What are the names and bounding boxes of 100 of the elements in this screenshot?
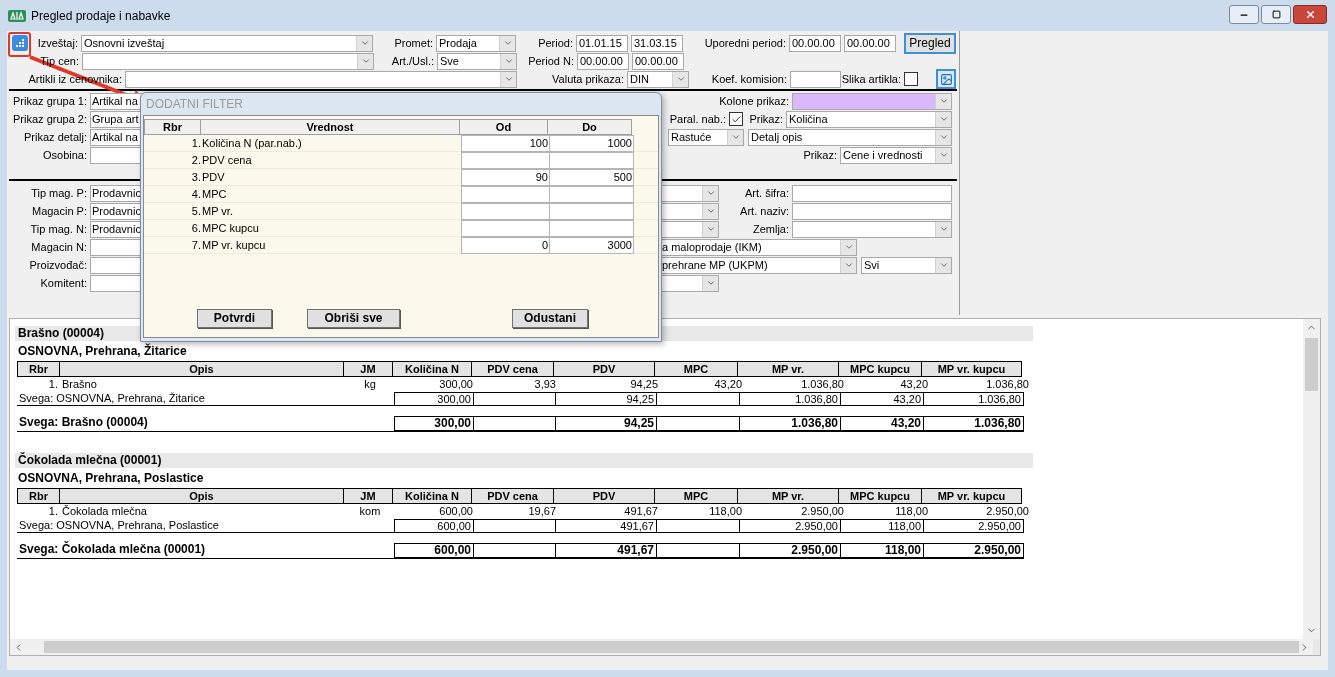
dropdown[interactable]: prehrane MP (UKPM) [659,256,857,274]
field-label: Magacin N: [30,239,87,255]
dropdown[interactable] [659,274,719,292]
column-header: MPC kupcu [838,361,922,377]
scroll-thumb[interactable] [1305,338,1318,391]
column-header: MPC kupcu [838,488,922,504]
text-field[interactable] [792,184,952,202]
date-field[interactable]: 31.03.15 [631,34,683,52]
dialog-button[interactable]: Odustani [512,309,588,328]
category-title: OSNOVNA, Prehrana, Poslastice [17,471,205,485]
field-label: Prikaz: [748,111,783,127]
dropdown[interactable] [82,52,374,70]
dropdown[interactable]: Osnovni izveštaj [81,34,373,52]
table-cell-text: 118,00 [708,504,743,519]
dropdown[interactable]: a maloprodaje (IKM) [659,238,857,256]
date-field[interactable]: 00.00.00 [577,52,629,70]
column-header: Količina N [392,488,472,504]
dropdown[interactable]: DIN [627,70,689,88]
dropdown[interactable]: Prodaja [436,34,516,52]
dialog-button[interactable]: Potvrdi [197,309,272,328]
field-label: Magacin P: [30,203,87,219]
table-cell-text: 2.950,00 [800,504,845,519]
field-label: Prikaz grupa 2: [12,111,87,127]
dropdown[interactable] [125,70,517,88]
row-number: 7. [190,237,201,253]
field-label: Izveštaj: [36,35,78,51]
vertical-scrollbar[interactable] [1303,319,1320,639]
table-cell: 600,00 [394,543,474,559]
chevron-down-icon [938,224,949,234]
table-cell-text: PDV cena [201,152,253,168]
date-field[interactable]: 00.00.00 [789,34,841,52]
table-cell: 491,67 [555,543,657,559]
column-header: PDV cena [471,361,554,377]
table-cell-text: 1. [47,377,59,392]
field-label: Prikaz detalj: [23,129,87,145]
table-cell: 2.950,00 [739,519,841,533]
table-cell-text: Količina N (par.nab.) [201,135,303,151]
table-cell-text: 1.036,80 [800,377,845,392]
scroll-thumb[interactable] [44,641,1299,653]
field-label: Kolone prikaz: [718,93,789,109]
dropdown[interactable] [659,220,719,238]
subtotal-label: Svega: OSNOVNA, Prehrana, Žitarice [17,392,395,406]
table-cell: 600,00 [394,519,474,533]
table-cell: 1.036,80 [923,416,1024,432]
dropdown[interactable]: Cene i vrednosti [840,146,952,164]
table-cell: 2.950,00 [739,543,841,559]
field-label: Osobina: [41,147,87,163]
text-field[interactable] [792,202,952,220]
date-field[interactable]: 00.00.00 [844,34,896,52]
dropdown[interactable]: Količina [786,110,952,128]
dropdown[interactable]: Sve [437,52,517,70]
column-header: Opis [59,361,344,377]
date-field[interactable]: 01.01.15 [576,34,628,52]
field-label: Period N: [527,53,574,69]
image-button[interactable] [936,69,956,89]
chevron-down-icon [843,260,854,270]
dots-button[interactable] [12,35,28,51]
dropdown[interactable]: Svi [861,256,952,274]
preview-button[interactable]: Pregled [904,32,956,54]
table-cell-text: 1. [47,504,59,519]
dropdown[interactable] [792,220,952,238]
dropdown[interactable]: Rastuće [668,128,744,146]
table-cell-text: 94,25 [629,377,659,392]
table-cell: 94,25 [555,392,657,406]
chevron-down-icon [938,150,949,160]
dropdown[interactable] [792,92,952,110]
table-cell-text: PDV [201,169,226,185]
group-header: Čokolada mlečna (00001) [15,453,1033,468]
window-title: Pregled prodaje i nabavke [31,7,171,25]
dropdown[interactable]: Detalj opis [748,128,952,146]
table-cell: 94,25 [555,416,657,432]
dialog-button[interactable]: Obriši sve [307,309,400,328]
text-field[interactable] [790,70,841,88]
field-label: Proizvođač: [28,257,87,273]
chevron-down-icon [705,224,716,234]
table-cell-text: 1.036,80 [985,377,1030,392]
minimize-button[interactable] [1229,5,1259,24]
chevron-down-icon [705,206,716,216]
column-header: Do [547,119,632,135]
chevron-down-icon [938,114,949,124]
chevron-down-icon [730,132,741,142]
close-button[interactable] [1293,5,1327,24]
dropdown[interactable] [659,202,719,220]
row-number: 5. [190,203,201,219]
maximize-button[interactable] [1261,5,1291,24]
row-number: 4. [190,186,201,202]
table-cell-text: Brašno [61,377,98,392]
dropdown[interactable] [659,184,719,202]
date-field[interactable]: 00.00.00 [632,52,684,70]
field-label: Art./Usl.: [390,53,434,69]
checkbox[interactable] [904,72,918,86]
chevron-down-icon [843,242,854,252]
table-cell: 118,00 [840,519,924,533]
checkbox[interactable] [729,112,743,126]
table-cell-text: MPC [201,186,228,202]
table-cell: 43,20 [840,392,924,406]
table-cell-text: MP vr. kupcu [201,237,267,253]
table-cell-text: Čokolada mlečna [61,504,148,519]
chevron-down-icon [705,278,716,288]
horizontal-scrollbar[interactable] [10,639,1313,655]
